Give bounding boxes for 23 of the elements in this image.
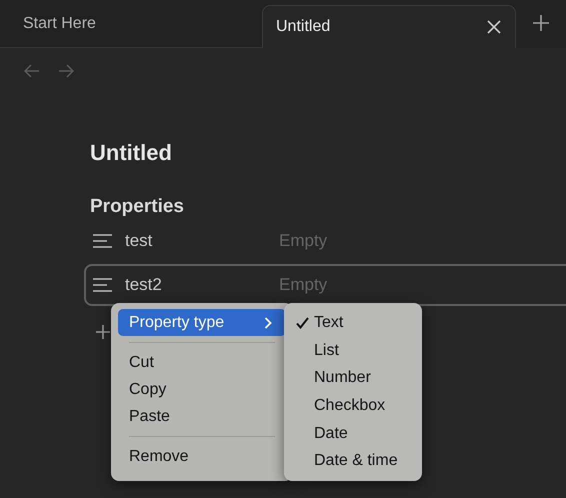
menu-item[interactable]: Property type — [118, 309, 286, 336]
chevron-icon — [264, 316, 272, 328]
menu-item[interactable]: Remove — [118, 443, 286, 470]
menu-item[interactable]: Checkbox — [284, 392, 422, 420]
text-lines-icon[interactable] — [93, 234, 112, 248]
add-icon[interactable] — [96, 325, 110, 339]
menu-item[interactable]: Number — [284, 364, 422, 392]
property-name[interactable]: test2 — [125, 275, 279, 295]
properties-heading: Properties — [89, 196, 185, 218]
menu-item[interactable]: Copy — [118, 376, 286, 403]
tab[interactable]: Untitled — [262, 5, 516, 48]
menu-item[interactable]: Paste — [118, 403, 286, 430]
menu-item[interactable]: Text — [284, 309, 422, 337]
close-icon[interactable] — [487, 20, 501, 34]
property-row[interactable]: test Empty — [84, 220, 566, 262]
property-name[interactable]: test — [125, 231, 279, 251]
menu-item[interactable]: Date — [284, 420, 422, 448]
new-tab-icon[interactable] — [533, 15, 549, 31]
menu-item[interactable]: Date & time — [284, 447, 422, 476]
note-title: Untitled — [89, 140, 173, 166]
menu-item[interactable]: Cut — [118, 349, 286, 376]
menu-item[interactable]: List — [284, 336, 422, 364]
text-lines-icon[interactable] — [93, 278, 112, 292]
